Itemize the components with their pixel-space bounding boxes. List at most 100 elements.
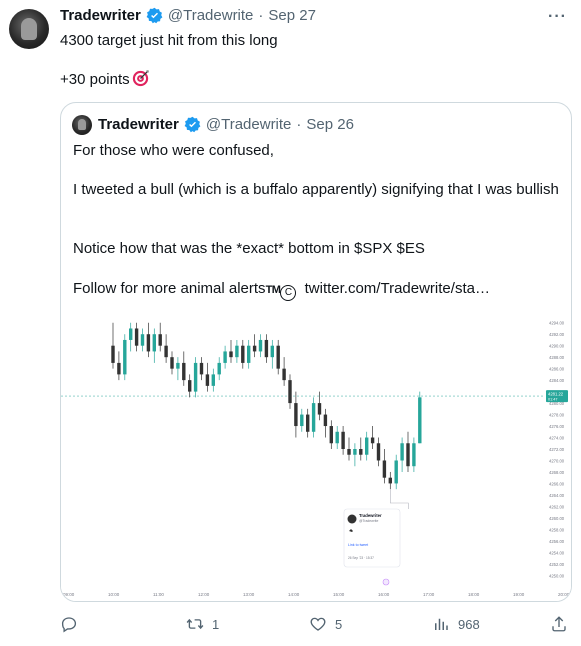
price-chart: 4294.00 4292.00 4290.00 4288.00 4286.00 4284.…: [61, 313, 571, 601]
candle-body: [152, 334, 156, 352]
heart-icon: [310, 617, 326, 631]
x-tick-label: 18:00: [468, 592, 480, 597]
popup-handle: @Tradewrite: [359, 519, 378, 523]
copyright-symbol: C: [280, 285, 297, 301]
candle-body: [370, 437, 375, 444]
popup-link: Link to tweet: [348, 543, 368, 547]
x-tick-label: 20:00: [558, 592, 570, 597]
candle-body: [365, 437, 369, 455]
candle-body: [146, 334, 151, 352]
y-tick-label: 4260.00: [549, 516, 565, 521]
y-tick-label: 4252.00: [549, 562, 565, 567]
candle-body: [229, 351, 233, 358]
quoted-tweet-date: Sep 26: [306, 116, 354, 133]
candle-body: [359, 449, 363, 455]
verified-badge-icon: [146, 7, 163, 24]
candle-body: [164, 345, 168, 358]
y-tick-label: 4278.00: [549, 413, 565, 418]
quoted-text-p2: I tweeted a bull (which is a buffalo app…: [73, 181, 559, 198]
x-tick-label: 12:00: [198, 592, 210, 597]
y-tick-label: 4262.00: [549, 504, 565, 509]
candle-body: [188, 380, 192, 392]
candle-body: [205, 374, 210, 386]
tweet-text-line1: 4300 target just hit from this long: [60, 32, 278, 49]
y-tick-label: 4270.00: [549, 458, 565, 463]
candle-body: [294, 403, 298, 427]
separator-dot: ·: [296, 116, 302, 133]
like-button[interactable]: 5: [309, 615, 342, 633]
reply-button[interactable]: [60, 615, 86, 633]
retweet-button[interactable]: 1: [186, 615, 219, 633]
more-options-icon[interactable]: ···: [548, 8, 567, 26]
target-emoji-icon: [132, 70, 149, 87]
points-text: +30 points: [60, 71, 130, 88]
x-tick-label: 13:00: [243, 592, 255, 597]
candle-body: [317, 403, 322, 415]
candle-body: [182, 362, 186, 381]
tweet-action-bar: 1 5 968: [0, 615, 581, 643]
last-price-label: 4281.22: [548, 392, 564, 397]
x-tick-label: 19:00: [513, 592, 525, 597]
y-tick-label: 4250.00: [549, 573, 565, 578]
x-tick-label: 11:00: [153, 592, 164, 597]
candle-body: [258, 339, 263, 352]
candle-body: [223, 351, 227, 363]
y-tick-label: 4272.00: [549, 447, 565, 452]
candle-body: [170, 357, 174, 369]
y-tick-label: 4254.00: [549, 550, 565, 555]
quoted-text-p1: For those who were confused,: [73, 142, 274, 159]
candle-body: [193, 362, 198, 392]
share-button[interactable]: [550, 615, 568, 633]
y-tick-label: 4256.00: [549, 539, 565, 544]
candle-body: [111, 345, 115, 363]
popup-name: Tradewriter: [359, 513, 382, 518]
y-tick-label: 4292.00: [549, 332, 565, 337]
candle-body: [382, 460, 387, 478]
quoted-author-avatar: [72, 115, 92, 135]
y-tick-label: 4258.00: [549, 527, 565, 532]
views-chart-icon: [435, 618, 448, 630]
retweet-count: 1: [212, 616, 220, 632]
x-tick-label: 10:00: [108, 592, 120, 597]
x-tick-label: 16:00: [378, 592, 390, 597]
y-tick-label: 4264.00: [549, 493, 565, 498]
y-tick-label: 4266.00: [549, 481, 565, 486]
candle-body: [117, 362, 121, 375]
tweet-header: Tradewriter @Tradewrite · Sep 27: [60, 7, 316, 24]
like-count: 5: [335, 616, 343, 632]
candle-body: [217, 362, 221, 375]
candle-body: [252, 345, 257, 352]
candle-body: [247, 345, 251, 363]
author-handle[interactable]: @Tradewrite: [168, 7, 254, 24]
candle-body: [394, 460, 398, 484]
quoted-tweet[interactable]: Tradewriter @Tradewrite · Sep 26 For tho…: [60, 102, 572, 602]
candle-body: [241, 345, 245, 363]
separator-dot: ·: [258, 7, 264, 24]
views-count: 968: [458, 616, 480, 632]
author-avatar[interactable]: [9, 9, 49, 49]
verified-badge-icon: [184, 116, 201, 133]
candle-body: [270, 345, 274, 358]
popup-timestamp: 26 Sep '23 · 15:37: [348, 556, 374, 560]
candle-body: [347, 449, 351, 455]
candle-body: [406, 443, 410, 467]
candle-body: [311, 403, 316, 432]
views-button[interactable]: 968: [432, 615, 480, 633]
tweet-text-line2: +30 points: [60, 70, 149, 90]
tweet-date[interactable]: Sep 27: [268, 7, 316, 24]
candle-body: [300, 414, 304, 427]
candle-body: [129, 328, 133, 340]
share-icon: [552, 616, 566, 632]
retweet-icon: [186, 618, 204, 630]
candle-body: [341, 431, 345, 449]
y-tick-label: 4288.00: [549, 355, 565, 360]
tweet-link: twitter.com/Tradewrite/sta…: [304, 280, 490, 297]
candle-body: [329, 426, 333, 444]
quoted-tweet-header: Tradewriter @Tradewrite · Sep 26: [98, 116, 354, 133]
y-tick-label: 4294.00: [549, 321, 565, 326]
candle-body: [264, 339, 269, 358]
y-tick-label: 4276.00: [549, 424, 565, 429]
candle-body: [158, 334, 162, 346]
y-tick-label: 4274.00: [549, 436, 565, 441]
author-name[interactable]: Tradewriter: [60, 7, 141, 24]
